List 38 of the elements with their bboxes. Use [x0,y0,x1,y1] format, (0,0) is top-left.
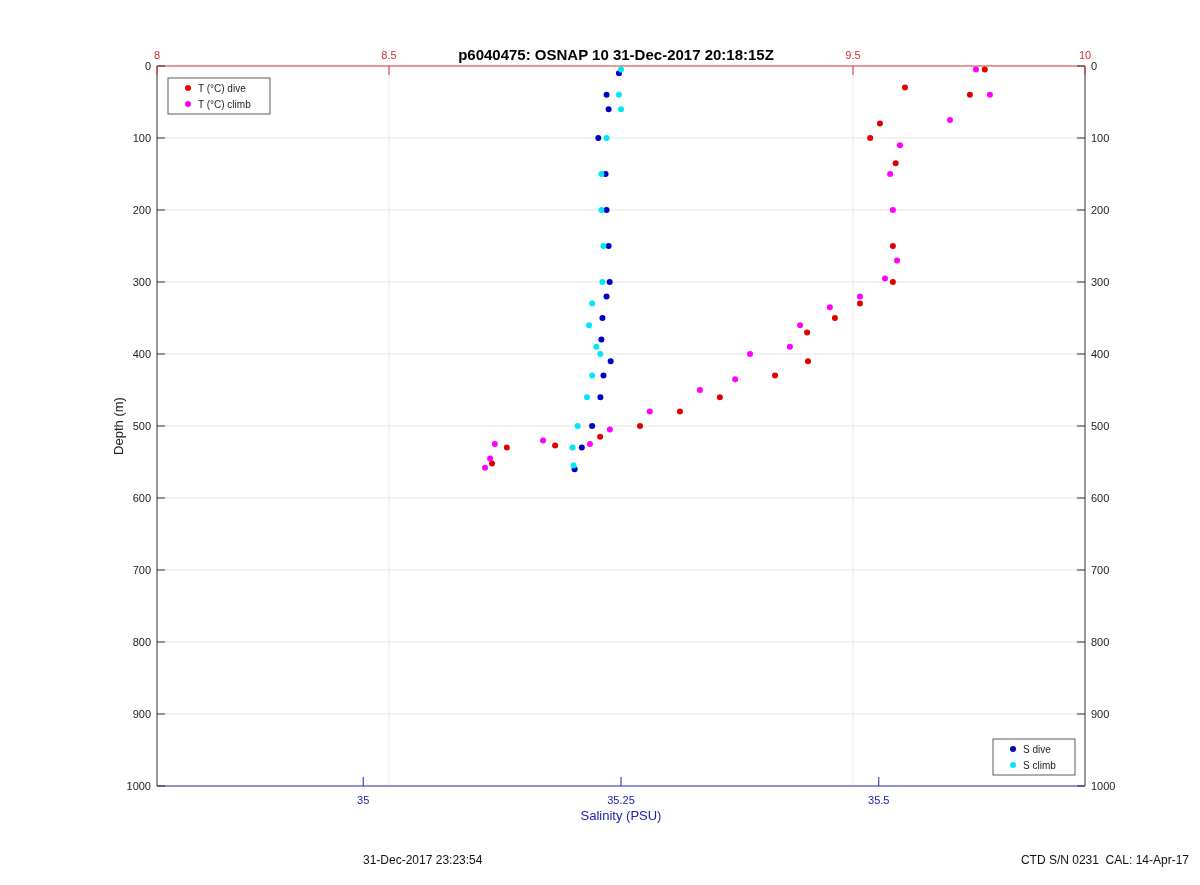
axis-tick-label: 100 [1091,132,1110,144]
axis-label: Salinity (PSU) [580,808,662,823]
axis-tick-label: 1000 [1091,780,1116,792]
axis-tick-label: 1000 [126,780,151,792]
legend-label: S dive [1023,744,1051,755]
axis-tick-label: 600 [132,492,151,504]
axis-tick-label: 400 [132,348,151,360]
axis-tick-label: 700 [132,564,151,576]
axis-tick-label: 300 [1091,276,1110,288]
axis-tick-label: 900 [1091,708,1110,720]
axis-tick-label: 700 [1091,564,1110,576]
axis-tick-label: 900 [132,708,151,720]
axis-label: Depth (m) [111,397,126,455]
axis-tick-label: 100 [132,132,151,144]
axis-tick-label: 200 [132,204,151,216]
axis-tick-label: 400 [1091,348,1110,360]
axis-tick-label: 35.5 [868,794,890,806]
axis-tick-label: 300 [132,276,151,288]
calibration-text: CTD S/N 0231 CAL: 14-Apr-17 [1020,853,1189,867]
legend-label: T (°C) climb [198,99,251,110]
axis-tick-label: 800 [132,636,151,648]
axis-tick-label: 500 [1091,420,1110,432]
legend-label: T (°C) dive [198,83,246,94]
axis-tick-label: 8.5 [381,49,397,61]
axis-tick-label: 500 [132,420,151,432]
axis-tick-label: 0 [144,60,151,72]
legend-label: S climb [1023,760,1056,771]
axis-tick-label: 200 [1091,204,1110,216]
axis-tick-label: 10 [1078,49,1092,61]
axis-tick-label: 35 [357,794,370,806]
axis-tick-label: 35.25 [607,794,635,806]
axis-tick-label: 9.5 [845,49,861,61]
axis-tick-label: 800 [1091,636,1110,648]
axis-tick-label: 600 [1091,492,1110,504]
timestamp-text: 31-Dec-2017 23:23:54 [363,853,483,867]
chart-title: p6040475: OSNAP 10 31-Dec-2017 20:18:15Z [458,46,774,63]
axis-tick-label: 8 [153,49,161,61]
axis-tick-label: 0 [1091,60,1098,72]
